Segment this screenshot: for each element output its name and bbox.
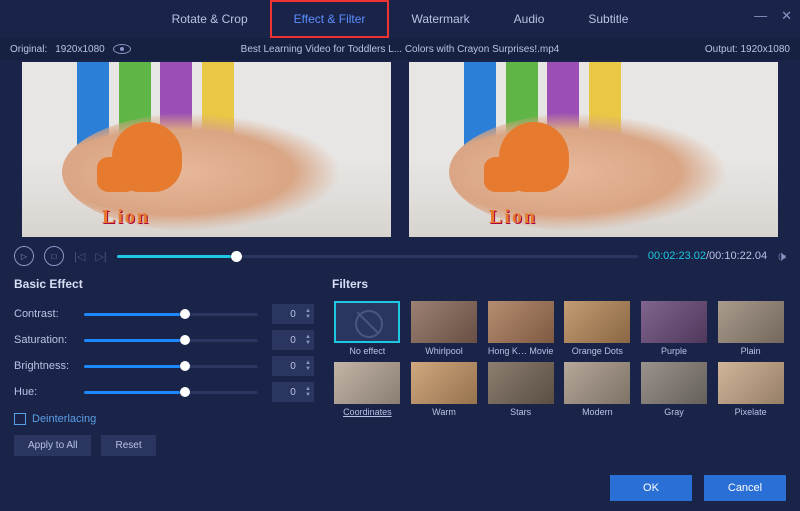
filter-item[interactable]: Pixelate — [715, 362, 786, 417]
volume-icon[interactable]: 🕩 — [777, 248, 786, 265]
preview-overlay-text: Lion — [489, 206, 537, 229]
basic-effect-panel: Basic Effect Contrast: 0▲▼ Saturation: 0… — [14, 277, 314, 456]
filter-label: Hong K… Movie — [488, 346, 554, 356]
hue-value[interactable]: 0▲▼ — [272, 382, 314, 402]
contrast-value[interactable]: 0▲▼ — [272, 304, 314, 324]
filter-label: Modern — [582, 407, 613, 417]
tab-effect-filter[interactable]: Effect & Filter — [270, 0, 390, 38]
reset-button[interactable]: Reset — [101, 435, 155, 456]
filter-item[interactable]: Coordinates — [332, 362, 403, 417]
filter-item[interactable]: Hong K… Movie — [485, 301, 556, 356]
deinterlacing-checkbox[interactable]: Deinterlacing — [14, 413, 314, 425]
filter-thumbnail[interactable] — [334, 362, 400, 404]
hue-label: Hue: — [14, 386, 84, 398]
preview-overlay-text: Lion — [102, 206, 150, 229]
filter-item[interactable]: Orange Dots — [562, 301, 633, 356]
contrast-slider[interactable] — [84, 313, 258, 316]
filter-label: Orange Dots — [572, 346, 623, 356]
progress-bar[interactable] — [117, 255, 638, 258]
tab-audio[interactable]: Audio — [492, 2, 567, 36]
next-frame-button[interactable]: ▷| — [95, 250, 106, 263]
output-label: Output: — [705, 44, 738, 55]
filter-thumbnail[interactable] — [564, 362, 630, 404]
filter-item[interactable]: Stars — [485, 362, 556, 417]
saturation-label: Saturation: — [14, 334, 84, 346]
filter-label: Whirlpool — [425, 346, 463, 356]
filter-thumbnail[interactable] — [488, 301, 554, 343]
filter-thumbnail[interactable] — [564, 301, 630, 343]
basic-effect-title: Basic Effect — [14, 277, 314, 291]
tab-watermark[interactable]: Watermark — [389, 2, 491, 36]
saturation-slider[interactable] — [84, 339, 258, 342]
playback-bar: ▷ □ |◁ ▷| 00:02:23.02/00:10:22.04 🕩 — [0, 239, 800, 273]
filter-thumbnail[interactable] — [641, 362, 707, 404]
prev-frame-button[interactable]: |◁ — [74, 250, 85, 263]
filter-label: Stars — [510, 407, 531, 417]
filter-thumbnail[interactable] — [334, 301, 400, 343]
cancel-button[interactable]: Cancel — [704, 475, 786, 501]
filter-item[interactable]: Whirlpool — [409, 301, 480, 356]
tab-subtitle[interactable]: Subtitle — [566, 2, 650, 36]
preview-output: Lion — [409, 62, 778, 237]
filter-item[interactable]: Warm — [409, 362, 480, 417]
preview-original: Lion — [22, 62, 391, 237]
filter-label: No effect — [349, 346, 385, 356]
brightness-slider[interactable] — [84, 365, 258, 368]
tab-rotate-crop[interactable]: Rotate & Crop — [150, 2, 270, 36]
filter-thumbnail[interactable] — [411, 362, 477, 404]
filter-item[interactable]: Purple — [639, 301, 710, 356]
filename: Best Learning Video for Toddlers L... Co… — [241, 44, 560, 55]
filter-item[interactable]: Modern — [562, 362, 633, 417]
filters-title: Filters — [332, 277, 786, 291]
brightness-label: Brightness: — [14, 360, 84, 372]
saturation-value[interactable]: 0▲▼ — [272, 330, 314, 350]
filter-label: Pixelate — [735, 407, 767, 417]
play-button[interactable]: ▷ — [14, 246, 34, 266]
contrast-label: Contrast: — [14, 308, 84, 320]
original-label: Original: — [10, 44, 47, 55]
filter-item[interactable]: Plain — [715, 301, 786, 356]
filter-thumbnail[interactable] — [718, 362, 784, 404]
filter-item[interactable]: No effect — [332, 301, 403, 356]
filter-thumbnail[interactable] — [718, 301, 784, 343]
filter-thumbnail[interactable] — [411, 301, 477, 343]
filters-panel: Filters No effect Whirlpool Hong K… Movie O… — [332, 277, 786, 456]
filter-label: Warm — [432, 407, 456, 417]
filter-label: Purple — [661, 346, 687, 356]
original-resolution: 1920x1080 — [55, 44, 105, 55]
brightness-value[interactable]: 0▲▼ — [272, 356, 314, 376]
filter-thumbnail[interactable] — [488, 362, 554, 404]
close-icon[interactable]: ✕ — [781, 8, 792, 24]
preview-toggle-icon[interactable] — [113, 44, 131, 54]
top-tabs: Rotate & Crop Effect & Filter Watermark … — [0, 0, 800, 38]
output-resolution: 1920x1080 — [741, 44, 791, 55]
time-display: 00:02:23.02/00:10:22.04 — [648, 250, 767, 262]
info-bar: Original: 1920x1080 Best Learning Video … — [0, 38, 800, 60]
apply-to-all-button[interactable]: Apply to All — [14, 435, 91, 456]
filter-item[interactable]: Gray — [639, 362, 710, 417]
stop-button[interactable]: □ — [44, 246, 64, 266]
filter-label: Plain — [741, 346, 761, 356]
filter-label: Gray — [664, 407, 684, 417]
filter-thumbnail[interactable] — [641, 301, 707, 343]
hue-slider[interactable] — [84, 391, 258, 394]
ok-button[interactable]: OK — [610, 475, 692, 501]
filter-label: Coordinates — [343, 407, 392, 417]
minimize-icon[interactable]: ― — [754, 8, 767, 24]
